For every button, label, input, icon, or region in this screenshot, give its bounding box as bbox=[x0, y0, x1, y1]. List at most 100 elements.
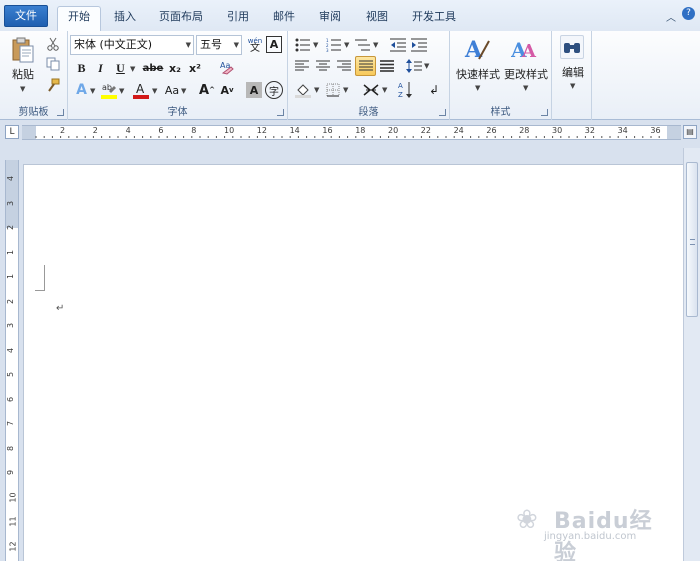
styles-launcher-icon[interactable] bbox=[541, 109, 548, 116]
tab-review[interactable]: 审阅 bbox=[312, 7, 348, 31]
change-case-button[interactable]: Aa bbox=[162, 80, 182, 100]
paragraph-group: ▼ 123 ▼ ▼ ▼ ▼ ▼ ▼ A Z ↲ 段落 bbox=[288, 31, 450, 120]
ruler-number: 1 bbox=[6, 273, 16, 280]
numbering-dropdown-icon[interactable]: ▼ bbox=[344, 41, 349, 49]
change-styles-button[interactable]: 更改样式 bbox=[501, 66, 551, 82]
help-icon[interactable]: ? bbox=[682, 7, 695, 20]
ribbon: 粘贴 ▼ 剪贴板 宋体 (中文正文) ▼ 五号 ▼ wén 文 A B I U … bbox=[0, 31, 700, 120]
underline-dropdown-icon[interactable]: ▼ bbox=[130, 65, 135, 73]
subscript-button[interactable]: x₂ bbox=[166, 59, 184, 77]
borders-icon[interactable] bbox=[324, 80, 342, 99]
vertical-scrollbar[interactable] bbox=[683, 148, 700, 561]
numbering-icon[interactable]: 123 bbox=[325, 36, 343, 54]
italic-button[interactable]: I bbox=[92, 59, 109, 77]
bullets-icon[interactable] bbox=[294, 36, 312, 54]
text-effect-dropdown-icon[interactable]: ▼ bbox=[90, 87, 95, 95]
decrease-indent-icon[interactable] bbox=[389, 36, 407, 54]
char-border-button[interactable]: A bbox=[266, 36, 282, 53]
ruler-number: 36 bbox=[650, 126, 661, 135]
scissors-icon[interactable] bbox=[44, 35, 62, 53]
ruler-number: 4 bbox=[6, 175, 16, 182]
shading-dropdown-icon[interactable]: ▼ bbox=[314, 86, 319, 94]
editing-button[interactable]: 编辑 bbox=[556, 64, 590, 80]
ruler-top-margin bbox=[6, 160, 18, 228]
brush-icon[interactable] bbox=[44, 76, 62, 94]
paragraph-group-label: 段落 bbox=[358, 107, 379, 118]
chevron-up-icon[interactable]: ︿ bbox=[666, 9, 676, 24]
paste-button[interactable]: 粘贴 bbox=[9, 66, 37, 82]
font-color-icon[interactable]: A bbox=[132, 80, 150, 100]
chinese-layout-dropdown-icon[interactable]: ▼ bbox=[382, 86, 387, 94]
chevron-down-icon[interactable]: ▼ bbox=[234, 36, 239, 54]
font-name-combo[interactable]: 宋体 (中文正文) ▼ bbox=[70, 35, 194, 55]
clipboard-launcher-icon[interactable] bbox=[57, 109, 64, 116]
tab-view[interactable]: 视图 bbox=[359, 7, 395, 31]
copy-icon[interactable] bbox=[44, 55, 62, 73]
borders-dropdown-icon[interactable]: ▼ bbox=[343, 86, 348, 94]
vertical-ruler[interactable]: 4 3 2 1 1 2 3 4 5 6 7 8 9 10 11 12 bbox=[5, 160, 19, 561]
bullets-dropdown-icon[interactable]: ▼ bbox=[313, 41, 318, 49]
clear-format-icon[interactable]: Aa bbox=[218, 58, 236, 76]
multilevel-dropdown-icon[interactable]: ▼ bbox=[373, 41, 378, 49]
justify-icon[interactable] bbox=[355, 56, 376, 76]
tab-references[interactable]: 引用 bbox=[220, 7, 256, 31]
grow-font-button[interactable]: A ^ bbox=[198, 80, 216, 100]
text-effect-icon[interactable]: A bbox=[73, 80, 90, 100]
ruler-number: 4 bbox=[6, 347, 16, 353]
shrink-font-button[interactable]: Av bbox=[218, 80, 236, 100]
tab-page-layout[interactable]: 页面布局 bbox=[152, 7, 210, 31]
horizontal-ruler[interactable]: 22468101214161820222426283032343638 bbox=[22, 125, 693, 140]
sort-icon[interactable]: AZ bbox=[397, 79, 415, 100]
change-styles-dropdown-icon[interactable]: ▼ bbox=[523, 84, 528, 92]
char-shading-button[interactable]: A bbox=[246, 82, 262, 98]
chinese-layout-icon[interactable] bbox=[361, 80, 381, 99]
font-color-dropdown-icon[interactable]: ▼ bbox=[152, 87, 157, 95]
shading-icon[interactable] bbox=[293, 80, 313, 99]
file-tab[interactable]: 文件 bbox=[4, 5, 48, 27]
tab-mailings[interactable]: 邮件 bbox=[266, 7, 302, 31]
ruler-number: 12 bbox=[8, 540, 18, 552]
paste-icon[interactable] bbox=[8, 35, 38, 65]
chevron-down-icon[interactable]: ▼ bbox=[186, 36, 191, 54]
paste-dropdown-icon[interactable]: ▼ bbox=[20, 85, 25, 93]
editing-dropdown-icon[interactable]: ▼ bbox=[570, 82, 575, 90]
font-size-combo[interactable]: 五号 ▼ bbox=[196, 35, 242, 55]
line-spacing-icon[interactable] bbox=[405, 57, 423, 75]
clipboard-group: 粘贴 ▼ 剪贴板 bbox=[0, 31, 68, 120]
enclose-char-button[interactable]: 字 bbox=[265, 81, 283, 99]
increase-indent-icon[interactable] bbox=[410, 36, 428, 54]
scrollbar-thumb[interactable] bbox=[686, 162, 698, 317]
quick-styles-dropdown-icon[interactable]: ▼ bbox=[475, 84, 480, 92]
show-marks-icon[interactable]: ↲ bbox=[426, 80, 442, 99]
align-right-icon[interactable] bbox=[335, 57, 353, 75]
quick-styles-button[interactable]: 快速样式 bbox=[453, 66, 503, 82]
tab-insert[interactable]: 插入 bbox=[108, 7, 142, 31]
binoculars-icon[interactable] bbox=[560, 35, 584, 59]
ruler-number: 24 bbox=[453, 126, 464, 135]
multilevel-list-icon[interactable] bbox=[354, 36, 372, 54]
tab-home[interactable]: 开始 bbox=[57, 6, 101, 32]
tab-stop-selector-icon[interactable]: L bbox=[5, 125, 19, 139]
paragraph-launcher-icon[interactable] bbox=[439, 109, 446, 116]
ruler-toggle-icon[interactable]: ▤ bbox=[683, 125, 697, 139]
superscript-button[interactable]: x² bbox=[186, 59, 204, 77]
ruler-number: 10 bbox=[8, 491, 18, 503]
font-launcher-icon[interactable] bbox=[277, 109, 284, 116]
underline-button[interactable]: U bbox=[112, 59, 129, 77]
svg-text:A: A bbox=[398, 82, 403, 90]
document-page[interactable]: ↵ bbox=[23, 164, 683, 561]
strikethrough-button[interactable]: abe bbox=[142, 59, 164, 77]
distribute-icon[interactable] bbox=[378, 57, 396, 75]
line-spacing-dropdown-icon[interactable]: ▼ bbox=[424, 62, 429, 70]
highlight-dropdown-icon[interactable]: ▼ bbox=[119, 87, 124, 95]
bold-button[interactable]: B bbox=[73, 59, 90, 77]
pinyin-guide-button[interactable]: wén 文 bbox=[246, 35, 264, 55]
change-styles-icon[interactable]: AA bbox=[510, 34, 540, 64]
align-left-icon[interactable] bbox=[293, 57, 311, 75]
tab-developer[interactable]: 开发工具 bbox=[405, 7, 463, 31]
highlight-icon[interactable]: ab bbox=[100, 80, 118, 100]
change-case-dropdown-icon[interactable]: ▼ bbox=[181, 87, 186, 95]
watermark-sub-text: jingyan.baidu.com bbox=[544, 531, 637, 542]
quick-styles-icon[interactable]: A bbox=[462, 34, 492, 64]
align-center-icon[interactable] bbox=[314, 57, 332, 75]
